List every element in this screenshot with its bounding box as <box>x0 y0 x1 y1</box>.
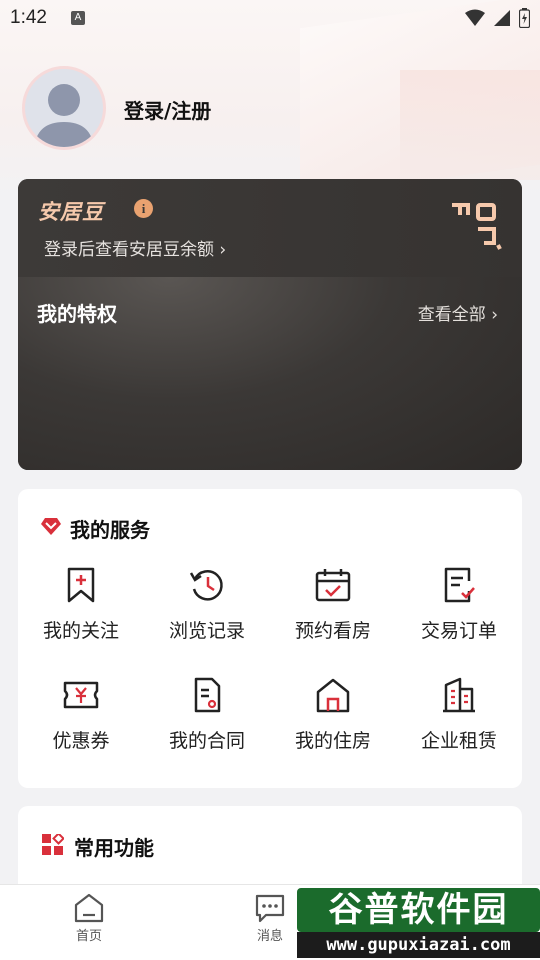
services-title: 我的服务 <box>70 518 150 542</box>
notification-icon: A <box>71 11 85 25</box>
home-icon <box>74 893 104 923</box>
privileges-view-all-link[interactable]: 查看全部 › <box>418 300 498 325</box>
nav-label: 首页 <box>75 929 102 944</box>
login-register-link[interactable]: 登录/注册 <box>124 95 211 124</box>
services-grid: 我的关注 浏览记录 预约看房 交易订单 优惠券 我的合同 我的住房 企业租赁 <box>18 564 522 784</box>
bookmark-plus-icon <box>67 567 95 603</box>
bean-balance-link[interactable]: 登录后查看安居豆余额 › <box>44 235 226 260</box>
service-label: 我的合同 <box>168 730 245 752</box>
service-orders[interactable]: 交易订单 <box>396 564 522 674</box>
calendar-check-icon <box>315 569 351 602</box>
signal-icon <box>494 10 510 26</box>
order-icon <box>444 567 475 603</box>
privileges-title: 我的特权 <box>37 302 117 326</box>
service-label: 优惠券 <box>52 730 110 752</box>
service-label: 我的关注 <box>42 620 119 642</box>
apps-grid-icon <box>42 834 64 855</box>
house-icon <box>316 678 350 713</box>
service-label: 预约看房 <box>294 620 371 642</box>
services-card: 我的服务 我的关注 浏览记录 预约看房 交易订单 优惠券 我的合同 我的住房 企… <box>18 489 522 788</box>
decorative-cube-face <box>400 70 540 180</box>
bean-card-top <box>18 179 522 277</box>
status-icons <box>465 8 530 28</box>
history-icon <box>189 570 223 601</box>
service-label: 我的住房 <box>294 730 371 752</box>
contract-icon <box>194 677 221 713</box>
battery-icon <box>519 8 530 28</box>
nav-label: 消息 <box>256 929 283 944</box>
service-book-viewing[interactable]: 预约看房 <box>270 564 396 674</box>
service-label: 浏览记录 <box>168 620 245 642</box>
message-icon <box>255 894 285 923</box>
service-enterprise-rental[interactable]: 企业租赁 <box>396 674 522 784</box>
service-contracts[interactable]: 我的合同 <box>144 674 270 784</box>
status-time: 1:42 <box>10 7 47 28</box>
status-bar: 1:42 A <box>0 0 540 38</box>
service-label: 交易订单 <box>420 620 497 642</box>
wifi-icon <box>465 9 485 26</box>
service-browse-history[interactable]: 浏览记录 <box>144 564 270 674</box>
service-my-favorites[interactable]: 我的关注 <box>18 564 144 674</box>
building-icon <box>443 677 475 713</box>
common-functions-title: 常用功能 <box>74 836 154 860</box>
watermark-title: 谷普软件园 <box>297 888 540 932</box>
watermark: 谷普软件园 www.gupuxiazai.com <box>297 888 540 960</box>
service-coupons[interactable]: 优惠券 <box>18 674 144 784</box>
info-icon[interactable]: i <box>134 199 153 218</box>
bean-title: 安居豆 <box>38 200 104 224</box>
heart-diamond-icon <box>41 518 61 535</box>
nav-home[interactable]: 首页 <box>59 893 119 944</box>
nav-messages[interactable]: 消息 <box>240 893 300 944</box>
avatar[interactable] <box>22 66 106 150</box>
watermark-url: www.gupuxiazai.com <box>297 932 540 958</box>
coupon-icon <box>63 681 99 709</box>
service-my-housing[interactable]: 我的住房 <box>270 674 396 784</box>
service-label: 企业租赁 <box>420 730 497 752</box>
qr-code-icon[interactable] <box>450 201 502 251</box>
bean-card[interactable]: 安居豆 i 登录后查看安居豆余额 › 我的特权 查看全部 › <box>18 179 522 470</box>
